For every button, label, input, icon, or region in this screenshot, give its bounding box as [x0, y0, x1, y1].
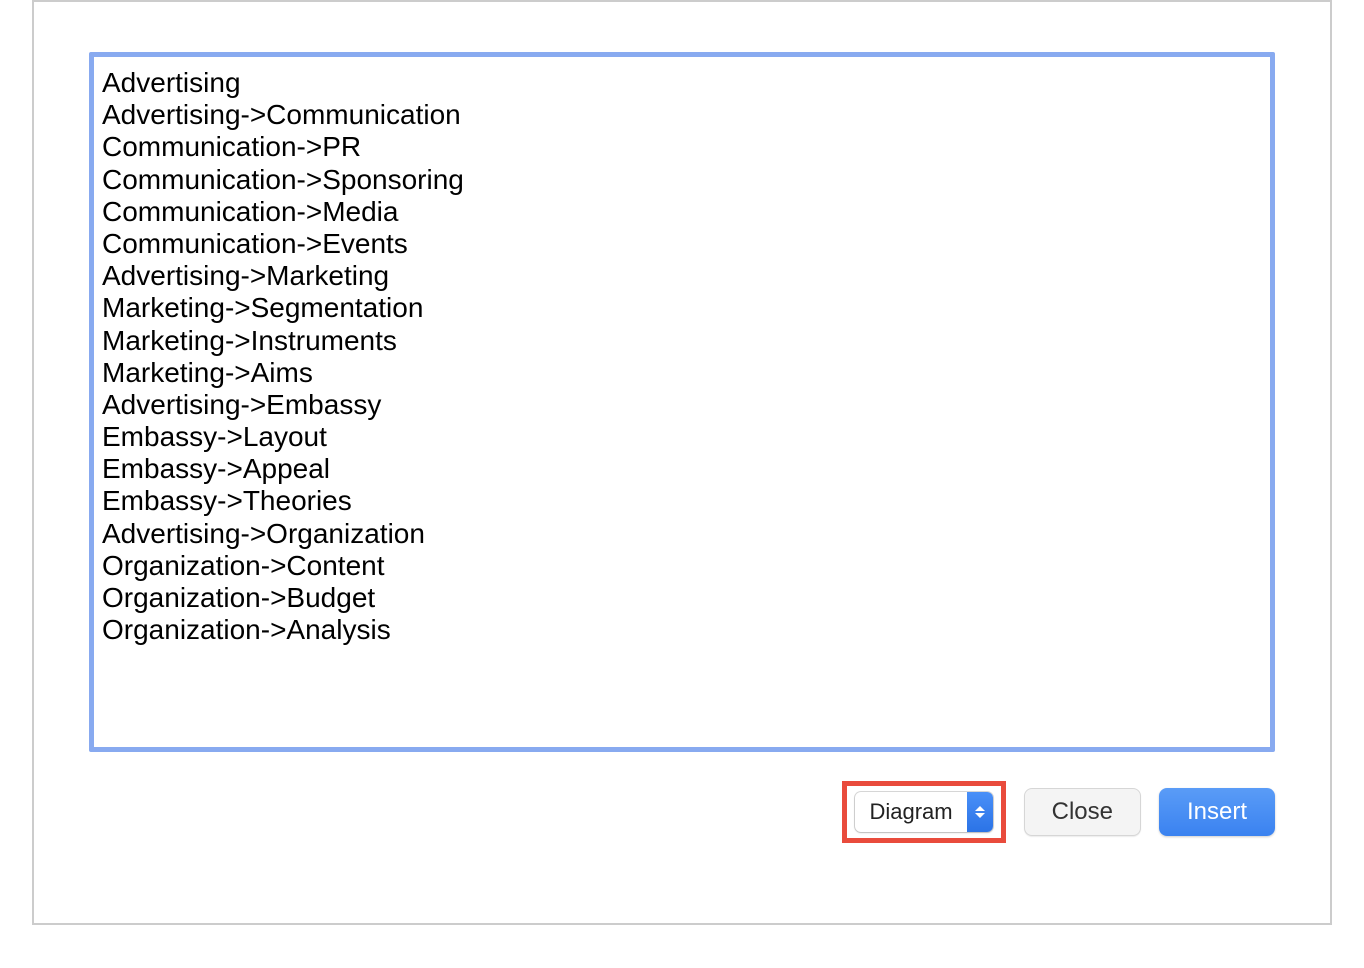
type-select-label: Diagram: [855, 792, 966, 832]
type-select[interactable]: Diagram: [855, 792, 992, 832]
select-chevrons-icon: [967, 792, 993, 832]
controls-row: Diagram Close Insert: [89, 781, 1275, 843]
definition-textarea[interactable]: [89, 52, 1275, 752]
select-highlight-box: Diagram: [842, 781, 1005, 843]
close-button[interactable]: Close: [1024, 788, 1141, 836]
dialog-container: Diagram Close Insert: [32, 0, 1332, 925]
textarea-wrap: [89, 52, 1275, 757]
insert-button[interactable]: Insert: [1159, 788, 1275, 836]
